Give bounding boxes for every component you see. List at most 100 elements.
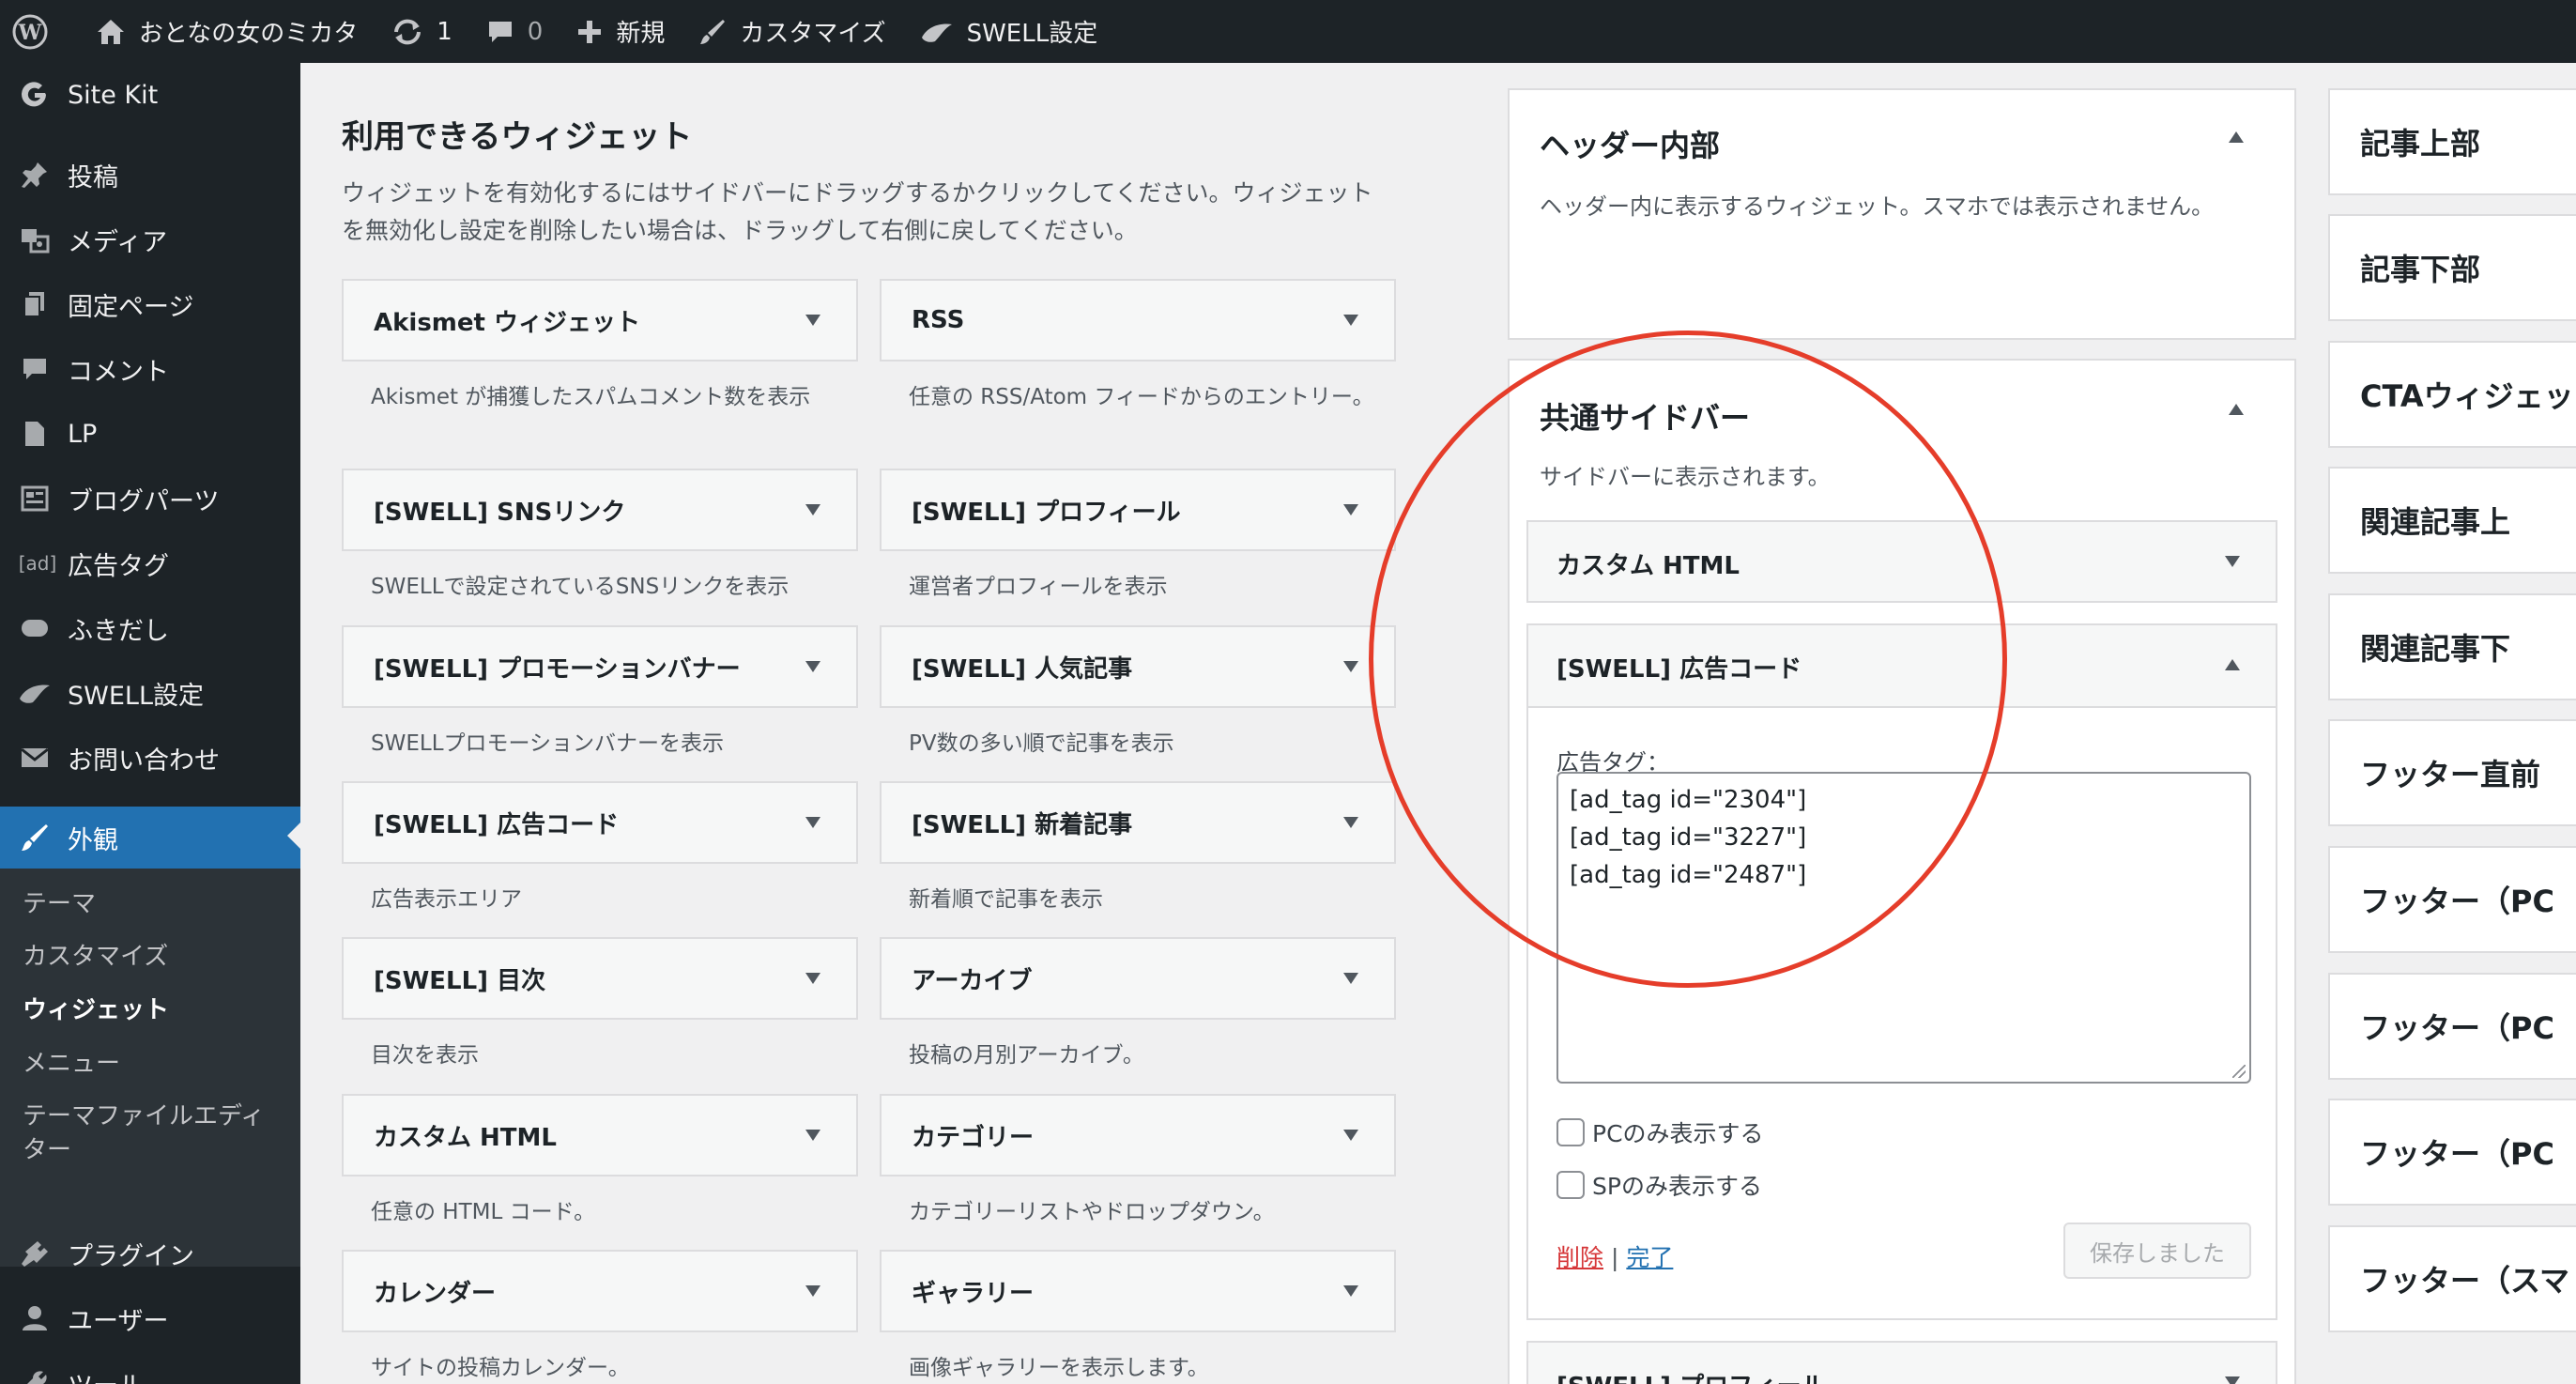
updates-link[interactable]: 1 xyxy=(391,18,452,46)
widget-name: Akismet ウィジェット xyxy=(374,308,641,337)
area-title[interactable]: ヘッダー内部 xyxy=(1540,122,1720,165)
swell-settings-link[interactable]: SWELL設定 xyxy=(920,14,1097,49)
sidebar-item-pages[interactable]: 固定ページ xyxy=(0,275,300,333)
resize-handle[interactable] xyxy=(2232,1065,2246,1078)
widget-swell-popular[interactable]: [SWELL] 人気記事 xyxy=(880,625,1396,708)
site-name-link[interactable]: おとなの女のミカタ xyxy=(96,14,358,49)
widget-rss[interactable]: RSS xyxy=(880,279,1396,361)
chevron-down-icon[interactable] xyxy=(2225,1376,2240,1384)
area-footer-pc-1[interactable]: フッター（PC xyxy=(2328,846,2576,953)
pc-only-checkbox[interactable] xyxy=(1556,1118,1585,1146)
submenu-customize[interactable]: カスタマイズ xyxy=(23,940,168,974)
widget-swell-new[interactable]: [SWELL] 新着記事 xyxy=(880,781,1396,864)
area-title[interactable]: 共通サイドバー xyxy=(1540,394,1750,438)
submenu-theme-editor-wrap: ター xyxy=(23,1136,72,1164)
chevron-down-icon xyxy=(805,661,820,672)
sidebar-item-media[interactable]: メディア xyxy=(0,210,300,269)
submenu-theme-editor[interactable]: テーマファイルエディ xyxy=(23,1100,265,1133)
area-footer-pc-2[interactable]: フッター（PC xyxy=(2328,973,2576,1080)
widget-gallery[interactable]: ギャラリー xyxy=(880,1250,1396,1332)
chevron-up-icon[interactable] xyxy=(2229,404,2244,415)
chevron-down-icon[interactable] xyxy=(2225,556,2240,567)
widget-name: カスタム HTML xyxy=(374,1123,557,1152)
widget-swell-profile[interactable]: [SWELL] プロフィール xyxy=(880,469,1396,551)
widget-categories[interactable]: カテゴリー xyxy=(880,1094,1396,1176)
done-link[interactable]: 完了 xyxy=(1626,1244,1673,1271)
chevron-down-icon xyxy=(805,504,820,515)
widget-swell-profile-placed[interactable]: [SWELL] プロフィール xyxy=(1526,1341,2277,1384)
widget-custom-html[interactable]: カスタム HTML xyxy=(342,1094,858,1176)
area-footer-pc-3[interactable]: フッター（PC xyxy=(2328,1099,2576,1206)
sp-only-checkbox[interactable] xyxy=(1556,1171,1585,1199)
appearance-icon xyxy=(17,820,53,855)
area-before-footer[interactable]: フッター直前 xyxy=(2328,719,2576,826)
sidebar-item-fukidashi[interactable]: ふきだし xyxy=(0,599,300,657)
comments-link[interactable]: 0 xyxy=(486,18,543,46)
widget-description: PV数の多い順で記事を表示 xyxy=(909,731,1174,756)
submenu-themes[interactable]: テーマ xyxy=(23,887,96,921)
widget-name: [SWELL] プロモーションバナー xyxy=(374,654,741,684)
sp-only-option[interactable]: SPのみ表示する xyxy=(1556,1168,1762,1202)
customize-link[interactable]: カスタマイズ xyxy=(698,14,886,49)
saved-button[interactable]: 保存しました xyxy=(2063,1223,2251,1279)
pc-only-option[interactable]: PCのみ表示する xyxy=(1556,1115,1764,1149)
google-icon xyxy=(17,77,53,113)
sidebar-item-blog-parts[interactable]: ブログパーツ xyxy=(0,469,300,528)
mail-icon xyxy=(17,740,53,776)
sidebar-item-contact[interactable]: お問い合わせ xyxy=(0,729,300,787)
sidebar-item-label: ふきだし xyxy=(68,616,169,646)
chevron-down-icon xyxy=(1343,817,1358,828)
widget-actions: 削除 | 完了 xyxy=(1556,1239,1673,1273)
sidebar-item-posts[interactable]: 投稿 xyxy=(0,146,300,204)
area-cta-widget[interactable]: CTAウィジェッ xyxy=(2328,341,2576,448)
comment-icon xyxy=(486,19,514,45)
sidebar-item-comments[interactable]: コメント xyxy=(0,340,300,398)
sidebar-item-appearance[interactable]: 外観 xyxy=(0,807,300,869)
area-article-top[interactable]: 記事上部 xyxy=(2328,88,2576,195)
widget-swell-sns[interactable]: [SWELL] SNSリンク xyxy=(342,469,858,551)
sidebar-item-ad-tags[interactable]: [ad] 広告タグ xyxy=(0,534,300,592)
chevron-down-icon xyxy=(805,1130,820,1141)
widget-custom-html-placed[interactable]: カスタム HTML xyxy=(1526,520,2277,603)
sidebar-item-tools[interactable]: ツール xyxy=(0,1354,300,1384)
widget-swell-promo[interactable]: [SWELL] プロモーションバナー xyxy=(342,625,858,708)
area-related-top[interactable]: 関連記事上 xyxy=(2328,467,2576,574)
sidebar-item-swell[interactable]: SWELL設定 xyxy=(0,664,300,722)
widget-calendar[interactable]: カレンダー xyxy=(342,1250,858,1332)
area-footer-sp[interactable]: フッター（スマ xyxy=(2328,1225,2576,1332)
bubble-icon xyxy=(17,610,53,646)
widget-name: [SWELL] プロフィール xyxy=(912,498,1181,527)
swell-icon xyxy=(17,675,53,711)
area-article-bottom[interactable]: 記事下部 xyxy=(2328,214,2576,321)
ad-tag-textarea[interactable]: [ad_tag id="2304"] [ad_tag id="3227"] [a… xyxy=(1556,772,2251,1084)
available-widgets-title: 利用できるウィジェット xyxy=(342,118,693,156)
widget-title[interactable]: [SWELL] 広告コード xyxy=(1556,650,1802,684)
chevron-up-icon[interactable] xyxy=(2225,659,2240,670)
textarea-line: [ad_tag id="2304"] xyxy=(1570,786,1807,814)
sidebar-item-label: 投稿 xyxy=(68,162,118,192)
submenu-widgets[interactable]: ウィジェット xyxy=(23,993,169,1027)
sidebar-item-label: 広告タグ xyxy=(68,551,169,581)
delete-link[interactable]: 削除 xyxy=(1556,1244,1603,1271)
wordpress-menu[interactable]: W xyxy=(11,13,62,51)
sidebar-item-sitekit[interactable]: Site Kit xyxy=(0,66,300,124)
widget-akismet[interactable]: Akismet ウィジェット xyxy=(342,279,858,361)
sidebar-item-plugins[interactable]: プラグイン xyxy=(0,1224,300,1283)
sidebar-item-users[interactable]: ユーザー xyxy=(0,1289,300,1347)
submenu-menus[interactable]: メニュー xyxy=(23,1047,120,1081)
widget-description: SWELLプロモーションバナーを表示 xyxy=(371,731,725,756)
widget-swell-toc[interactable]: [SWELL] 目次 xyxy=(342,937,858,1020)
chevron-down-icon xyxy=(805,973,820,984)
widget-archive[interactable]: アーカイブ xyxy=(880,937,1396,1020)
area-related-bottom[interactable]: 関連記事下 xyxy=(2328,593,2576,700)
sidebar-item-label: コメント xyxy=(68,357,169,387)
chevron-up-icon[interactable] xyxy=(2229,131,2244,143)
widget-description: 画像ギャラリーを表示します。 xyxy=(909,1356,1209,1380)
new-content-link[interactable]: 新規 xyxy=(576,14,665,49)
admin-sidebar: Site Kit 投稿 メディア 固定ページ コメント LP ブログパーツ [a… xyxy=(0,63,300,1384)
sidebar-item-label: お問い合わせ xyxy=(68,746,220,776)
widget-swell-ad[interactable]: [SWELL] 広告コード xyxy=(342,781,858,864)
sidebar-item-lp[interactable]: LP xyxy=(0,405,300,463)
pc-only-label: PCのみ表示する xyxy=(1592,1120,1764,1147)
comment-icon xyxy=(17,351,53,387)
